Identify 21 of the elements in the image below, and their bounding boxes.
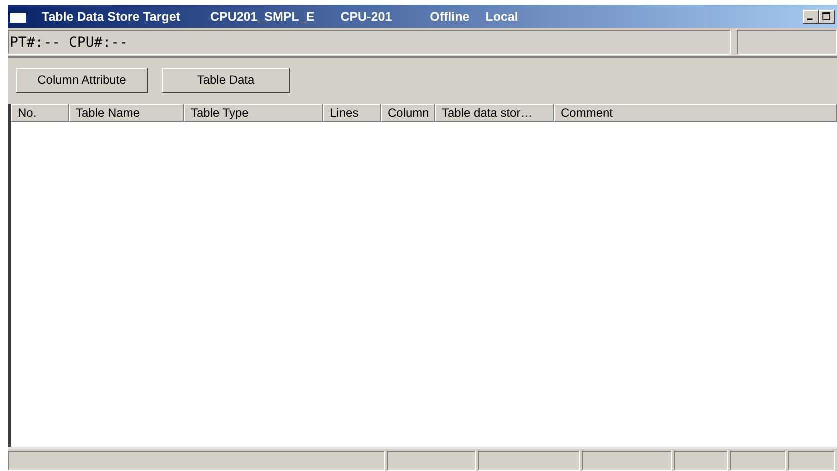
column-header[interactable]: Table Type xyxy=(184,104,323,122)
column-header[interactable]: Comment xyxy=(554,104,837,122)
window-title: Offline xyxy=(430,10,470,24)
status-pane xyxy=(674,451,728,471)
window-title: CPU201_SMPL_E xyxy=(210,10,315,24)
column-header[interactable]: Table Name xyxy=(69,104,184,122)
maximize-icon[interactable] xyxy=(819,10,835,24)
window-title: Table Data Store Target xyxy=(42,10,180,24)
toolbar-button[interactable]: Column Attribute xyxy=(16,68,148,92)
window-title: Local xyxy=(486,10,518,24)
window-icon xyxy=(10,10,26,23)
status-pane xyxy=(788,451,835,471)
window-title: CPU-201 xyxy=(340,10,392,24)
column-header[interactable]: No. xyxy=(11,104,69,122)
status-text: PT#:-- CPU#:-- xyxy=(8,30,731,55)
column-header[interactable]: Lines xyxy=(323,104,381,122)
column-header[interactable]: Table data stor… xyxy=(435,104,554,122)
column-header[interactable]: Column xyxy=(381,104,435,122)
toolbar-button[interactable]: Table Data xyxy=(162,68,290,92)
status-pane xyxy=(730,451,786,471)
minimize-icon[interactable] xyxy=(803,10,819,24)
